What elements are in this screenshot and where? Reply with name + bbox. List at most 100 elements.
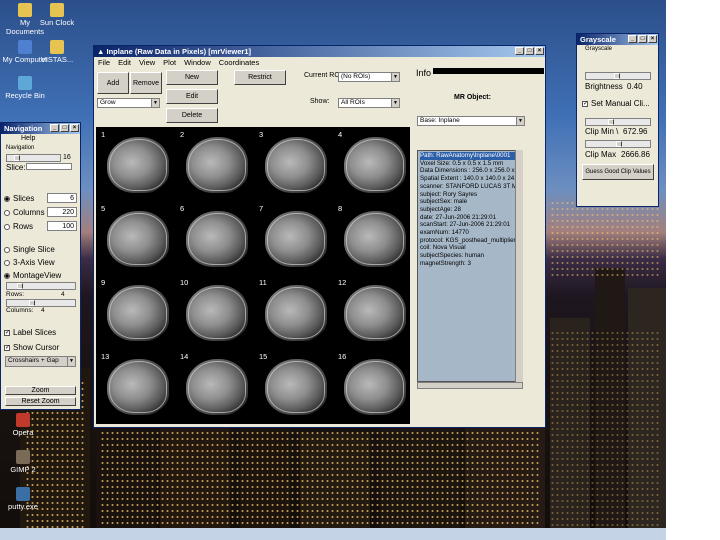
slice-image[interactable]: 10: [177, 277, 255, 351]
slice-image[interactable]: 1: [98, 129, 176, 203]
new-roi-button[interactable]: New: [166, 70, 218, 85]
label-slices-checkbox[interactable]: ✓ Label Slices: [4, 328, 56, 337]
slice-image[interactable]: 2: [177, 129, 255, 203]
brain-slice: [107, 137, 169, 193]
info-textbox[interactable]: Path: RawAnatomy\Inplane\0001 Voxel Size:…: [417, 150, 523, 382]
menu-window[interactable]: Window: [184, 58, 211, 67]
three-axis-radio[interactable]: 3-Axis View: [4, 258, 55, 267]
maximize-button[interactable]: □: [525, 47, 534, 55]
maximize-button[interactable]: □: [60, 124, 69, 132]
cursor-style-select[interactable]: Crosshairs + Gap ▼: [5, 356, 76, 367]
close-button[interactable]: ×: [535, 47, 544, 55]
clip-min-slider-thumb[interactable]: [608, 119, 614, 125]
slice-image[interactable]: 15: [256, 351, 334, 425]
columns-radio-label: Columns: [13, 208, 45, 217]
brightness-slider-thumb[interactable]: [614, 73, 620, 79]
slice-field[interactable]: [26, 163, 72, 170]
restrict-button[interactable]: Restrict: [234, 70, 286, 85]
remove-roi-button[interactable]: Remove: [130, 72, 162, 94]
grow-select[interactable]: Grow ▼: [97, 98, 160, 108]
info-vscrollbar[interactable]: [515, 150, 523, 382]
slice-image[interactable]: 13: [98, 351, 176, 425]
menu-view[interactable]: View: [139, 58, 155, 67]
brain-slice: [265, 137, 327, 193]
desktop-icon[interactable]: Recycle Bin: [2, 76, 48, 100]
info-line: subjectAge: 28: [420, 205, 461, 213]
slice-image[interactable]: 9: [98, 277, 176, 351]
clip-max-slider[interactable]: [585, 140, 651, 148]
close-button[interactable]: ×: [70, 124, 79, 132]
clip-max-slider-thumb[interactable]: [616, 141, 622, 147]
info-hscrollbar[interactable]: [417, 382, 523, 389]
base-select[interactable]: Base: Inplane ▼: [417, 116, 525, 126]
rows-field[interactable]: 100: [47, 221, 77, 231]
slice-image[interactable]: 12: [335, 277, 413, 351]
slice-image[interactable]: 14: [177, 351, 255, 425]
minimize-button[interactable]: _: [50, 124, 59, 132]
menu-file[interactable]: File: [98, 58, 110, 67]
montage-slider-thumb[interactable]: [17, 283, 23, 289]
columns-radio[interactable]: Columns: [4, 208, 45, 217]
minimize-button[interactable]: _: [628, 35, 637, 43]
window-title: Inplane (Raw Data in Pixels) [mrViewer1]: [106, 47, 252, 56]
columns-field[interactable]: 220: [47, 207, 77, 217]
slice-image[interactable]: 5: [98, 203, 176, 277]
slice-image[interactable]: 4: [335, 129, 413, 203]
mr-object-label: MR Object:: [454, 94, 491, 101]
shortcut-icon: [18, 3, 32, 17]
desktop-icon-label: GIMP 2: [10, 465, 36, 474]
desktop-icon[interactable]: VISTAS...: [34, 40, 80, 64]
desktop-icon[interactable]: Opera: [0, 413, 46, 437]
slice-image[interactable]: 16: [335, 351, 413, 425]
close-button[interactable]: ×: [648, 35, 657, 43]
show-cursor-checkbox[interactable]: ✓ Show Cursor: [4, 343, 59, 352]
slice-number: 4: [338, 130, 343, 139]
montage-slider[interactable]: [6, 282, 76, 290]
rows-radio[interactable]: Rows: [4, 222, 33, 231]
add-roi-button[interactable]: Add: [97, 72, 129, 94]
montage-view[interactable]: 1 2 3 4 5 6 7 8 9 10 11 12 13 14 15 16: [96, 127, 410, 424]
reset-zoom-button[interactable]: Reset Zoom: [5, 397, 76, 406]
slice-image[interactable]: 7: [256, 203, 334, 277]
current-roi-select[interactable]: (No ROIs) ▼: [338, 72, 400, 82]
slice-image[interactable]: 3: [256, 129, 334, 203]
guess-clip-button[interactable]: Guess Good Clip Values: [582, 164, 654, 180]
slice-slider[interactable]: [6, 154, 61, 162]
montage-radio[interactable]: MontageView: [4, 271, 61, 280]
edit-roi-button[interactable]: Edit: [166, 89, 218, 104]
menu-help[interactable]: Help: [21, 135, 35, 142]
info-line: Path: RawAnatomy\Inplane\0001: [420, 152, 520, 160]
montage-cols-label: Columns:: [6, 307, 34, 314]
brain-contour: [346, 213, 404, 265]
slices-radio[interactable]: Slices: [4, 194, 34, 203]
brain-slice: [344, 137, 406, 193]
inplane-titlebar[interactable]: ▲ Inplane (Raw Data in Pixels) [mrViewer…: [94, 46, 545, 57]
single-slice-radio[interactable]: Single Slice: [4, 245, 55, 254]
minimize-button[interactable]: _: [515, 47, 524, 55]
desktop-icon[interactable]: putty.exe: [0, 487, 46, 511]
desktop-icon[interactable]: Sun Clock: [34, 3, 80, 27]
brightness-slider[interactable]: [585, 72, 651, 80]
slices-field[interactable]: 6: [47, 193, 77, 203]
info-line: protocol: KGS_posthead_multiplier: [420, 236, 516, 244]
slice-image[interactable]: 8: [335, 203, 413, 277]
menu-edit[interactable]: Edit: [118, 58, 131, 67]
navigation-titlebar[interactable]: Navigation _ □ ×: [1, 123, 80, 134]
set-manual-clip-checkbox[interactable]: ✓ Set Manual Cli...: [582, 99, 650, 108]
montage-rows-slider[interactable]: [6, 299, 76, 307]
slice-slider-thumb[interactable]: [14, 155, 20, 161]
montage-rows-slider-thumb[interactable]: [29, 300, 35, 306]
menu-plot[interactable]: Plot: [163, 58, 176, 67]
slice-image[interactable]: 11: [256, 277, 334, 351]
zoom-button[interactable]: Zoom: [5, 386, 76, 395]
desktop-icon[interactable]: GIMP 2: [0, 450, 46, 474]
slice-number: 9: [101, 278, 106, 287]
maximize-button[interactable]: □: [638, 35, 647, 43]
show-roi-select[interactable]: All ROIs ▼: [338, 98, 400, 108]
menu-coordinates[interactable]: Coordinates: [219, 58, 259, 67]
clip-min-slider[interactable]: [585, 118, 651, 126]
slice-image[interactable]: 6: [177, 203, 255, 277]
delete-roi-button[interactable]: Delete: [166, 108, 218, 123]
grayscale-titlebar[interactable]: Grayscale _ □ ×: [577, 34, 658, 45]
desktop: My Documents Sun Clock My Computer VISTAS..…: [0, 0, 666, 528]
